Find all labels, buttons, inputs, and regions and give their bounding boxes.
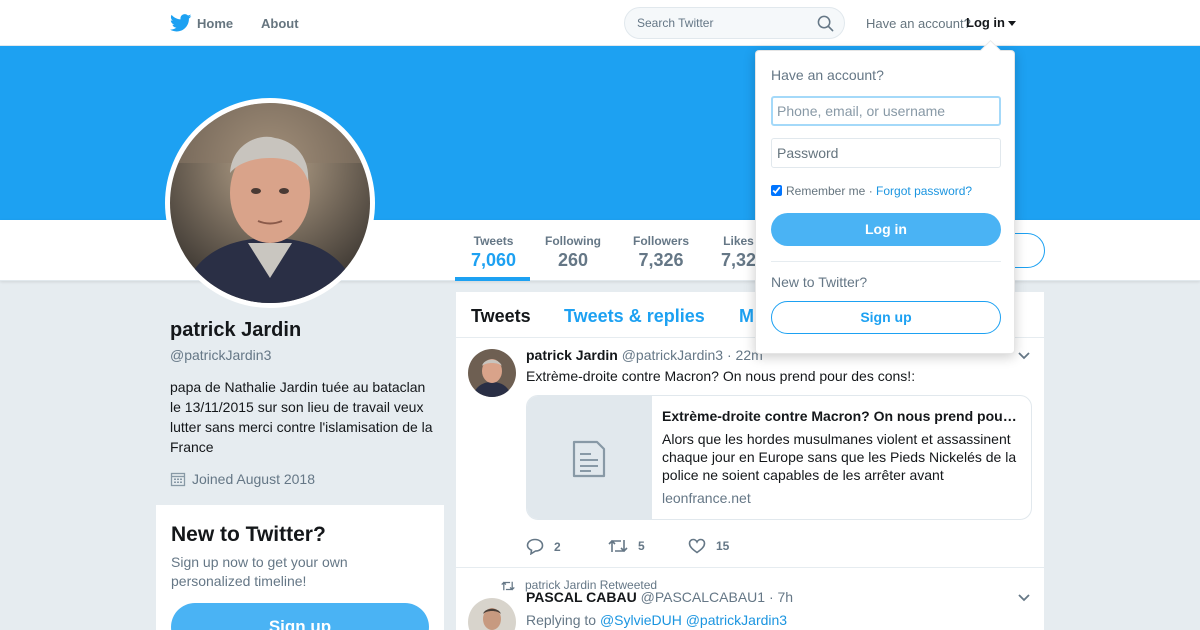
- login-dropdown-toggle[interactable]: Log in: [966, 15, 1016, 30]
- dropdown-title: Have an account?: [771, 67, 884, 83]
- reply-button[interactable]: 2: [526, 538, 561, 556]
- signup-card-subtitle: Sign up now to get your own personalized…: [171, 554, 348, 589]
- tweet-avatar[interactable]: [468, 598, 516, 630]
- remember-row: Remember me · Forgot password?: [771, 184, 972, 198]
- stat-likes[interactable]: Likes 7,32: [721, 234, 756, 271]
- stat-value: 260: [557, 250, 589, 270]
- login-dropdown: Have an account? Remember me · Forgot pa…: [755, 50, 1015, 354]
- reply-context: Replying to @SylvieDUH @patrickJardin3: [526, 612, 787, 628]
- username-input[interactable]: [771, 96, 1001, 126]
- tweet-author-name[interactable]: patrick Jardin: [526, 347, 618, 363]
- tweet-author-handle[interactable]: @PASCALCABAU1: [641, 589, 765, 605]
- document-icon: [572, 440, 606, 478]
- caret-down-icon: [1008, 21, 1016, 27]
- retweet-count: 5: [638, 539, 645, 553]
- stat-followers[interactable]: Followers 7,326: [633, 234, 689, 271]
- nav-home-link[interactable]: Home: [197, 16, 233, 31]
- remember-separator: ·: [868, 184, 873, 198]
- tweet-header: patrick Jardin @patrickJardin3 · 22m: [526, 347, 763, 363]
- reply-to-mentions[interactable]: @SylvieDUH @patrickJardin3: [600, 612, 787, 628]
- card-title: Extrème-droite contre Macron? On nous pr…: [662, 408, 1022, 424]
- stat-label: Following: [545, 234, 601, 248]
- profile-name[interactable]: patrick Jardin: [170, 319, 301, 342]
- tab-tweets[interactable]: Tweets: [471, 306, 531, 327]
- tweet-divider: [456, 567, 1044, 568]
- profile-bio: papa de Nathalie Jardin tuée au bataclan…: [170, 379, 433, 455]
- stat-value: 7,326: [638, 250, 684, 270]
- profile-avatar[interactable]: [165, 98, 375, 308]
- twitter-bird-icon[interactable]: [170, 14, 192, 32]
- dropdown-divider: [771, 261, 1001, 262]
- top-navigation: Home About Have an account? Log in: [0, 0, 1200, 46]
- remember-checkbox[interactable]: [771, 185, 782, 196]
- joined-text: Joined August 2018: [192, 471, 315, 487]
- like-count: 15: [716, 539, 730, 553]
- retweet-button[interactable]: 5: [608, 538, 645, 554]
- chevron-down-icon[interactable]: [1018, 594, 1030, 602]
- stat-value: 7,060: [471, 250, 517, 270]
- chevron-down-icon[interactable]: [1018, 352, 1030, 360]
- tab-media[interactable]: M: [739, 306, 754, 327]
- active-tab-indicator: [455, 277, 530, 281]
- tweet-text: Extrème-droite contre Macron? On nous pr…: [526, 368, 916, 384]
- heart-icon: [688, 538, 706, 554]
- card-description: Alors que les hordes musulmanes violent …: [662, 431, 1017, 483]
- password-input[interactable]: [771, 138, 1001, 168]
- tweet-timestamp[interactable]: · 7h: [769, 589, 793, 605]
- reply-icon: [526, 538, 544, 556]
- link-card[interactable]: Extrème-droite contre Macron? On nous pr…: [526, 395, 1032, 520]
- signup-card-button[interactable]: Sign up: [171, 603, 429, 630]
- like-button[interactable]: 15: [688, 538, 729, 554]
- stat-label: Likes: [723, 234, 754, 248]
- profile-handle[interactable]: @patrickJardin3: [170, 347, 271, 363]
- login-button[interactable]: Log in: [771, 213, 1001, 246]
- card-thumbnail: [527, 396, 652, 519]
- avatar-photo: [170, 103, 370, 303]
- retweet-icon: [608, 539, 628, 553]
- search-box[interactable]: [624, 7, 845, 39]
- have-account-label: Have an account?: [866, 16, 971, 31]
- tweet-avatar[interactable]: [468, 349, 516, 397]
- reply-count: 2: [554, 540, 561, 554]
- search-icon[interactable]: [817, 15, 834, 32]
- replying-to-label: Replying to: [526, 612, 597, 628]
- tab-tweets-replies[interactable]: Tweets & replies: [564, 306, 705, 327]
- tweet-author-handle[interactable]: @patrickJardin3: [622, 347, 723, 363]
- stat-tweets[interactable]: Tweets 7,060: [471, 234, 516, 271]
- nav-about-link[interactable]: About: [261, 16, 299, 31]
- search-input[interactable]: [637, 16, 807, 30]
- card-domain: leonfrance.net: [662, 490, 751, 506]
- remember-label[interactable]: Remember me: [786, 184, 865, 198]
- stat-value: 7,32: [721, 250, 757, 270]
- stat-label: Tweets: [473, 234, 514, 248]
- calendar-icon: [170, 472, 186, 487]
- profile-joined: Joined August 2018: [170, 471, 315, 487]
- stat-following[interactable]: Following 260: [545, 234, 601, 271]
- signup-button[interactable]: Sign up: [771, 301, 1001, 334]
- signup-card: New to Twitter? Sign up now to get your …: [156, 505, 444, 630]
- stat-label: Followers: [633, 234, 690, 248]
- forgot-password-link[interactable]: Forgot password?: [876, 184, 972, 198]
- retweet-icon: [501, 581, 515, 591]
- signup-card-title: New to Twitter?: [171, 523, 326, 546]
- new-to-twitter-label: New to Twitter?: [771, 274, 868, 290]
- login-link-label: Log in: [966, 15, 1005, 30]
- tweet-author-name[interactable]: PASCAL CABAU: [526, 589, 637, 605]
- tweet-header: PASCAL CABAU @PASCALCABAU1 · 7h: [526, 589, 793, 605]
